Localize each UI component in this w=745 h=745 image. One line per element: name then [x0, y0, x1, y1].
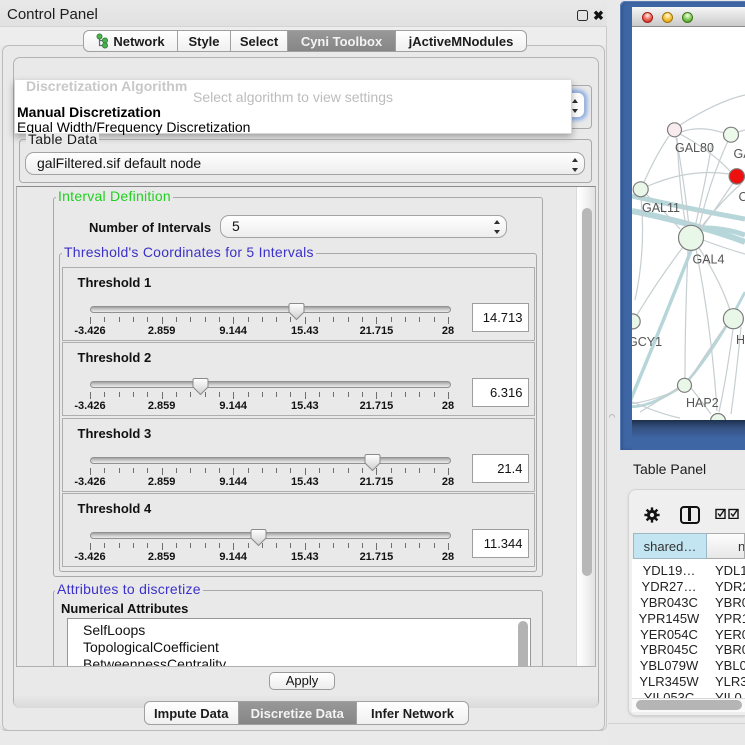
svg-text:GA: GA: [734, 147, 745, 161]
svg-text:C: C: [739, 190, 745, 204]
svg-text:GAL80: GAL80: [675, 141, 714, 155]
svg-text:GAL4: GAL4: [693, 253, 725, 267]
svg-text:GCY1: GCY1: [632, 335, 662, 349]
svg-text:H: H: [736, 333, 745, 347]
svg-text:HAP2: HAP2: [686, 396, 719, 410]
svg-text:GAL11: GAL11: [642, 201, 680, 215]
